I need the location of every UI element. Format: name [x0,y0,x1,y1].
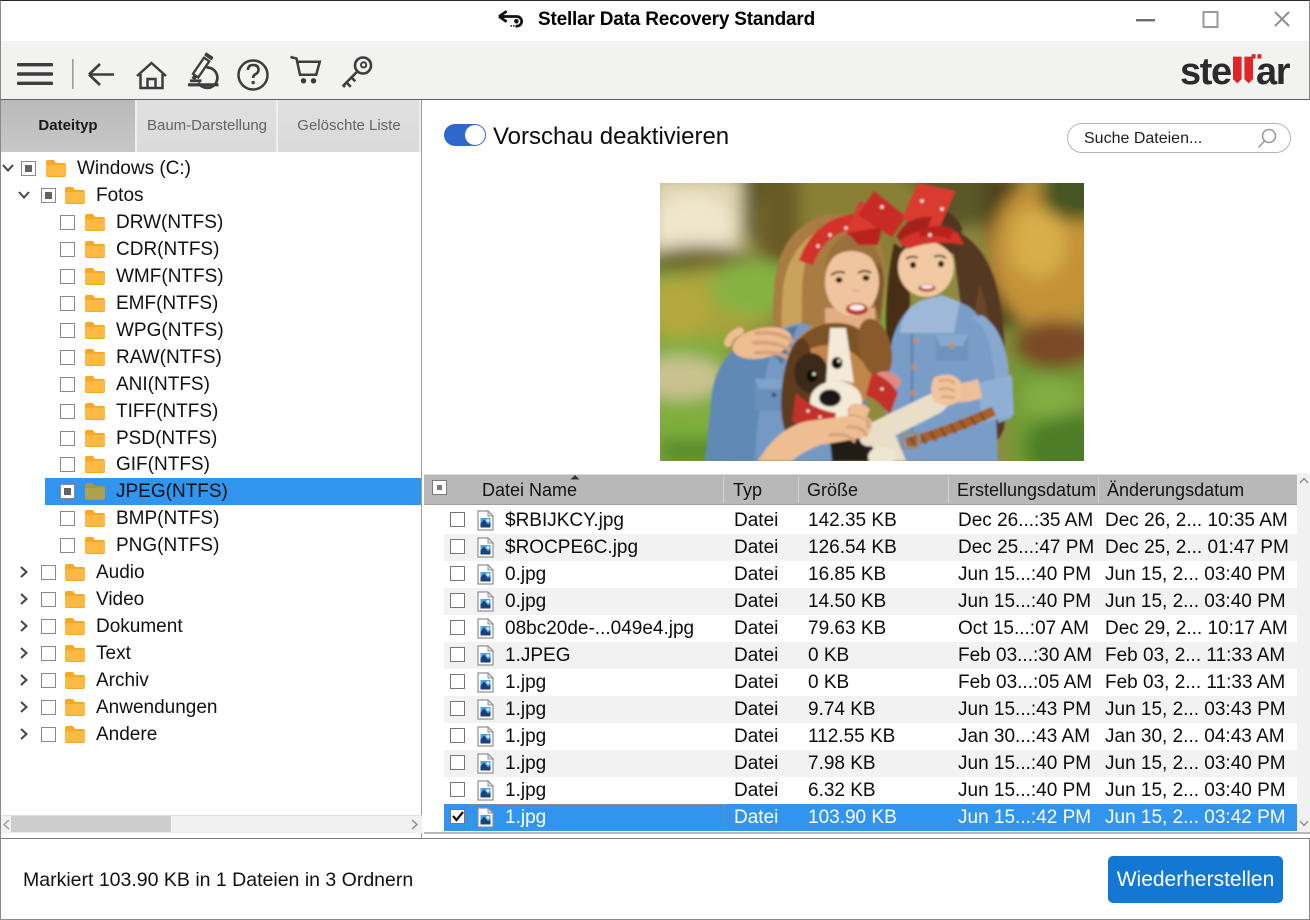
svg-text:ar: ar [1256,51,1291,93]
svg-text:ste: ste [1180,51,1231,93]
